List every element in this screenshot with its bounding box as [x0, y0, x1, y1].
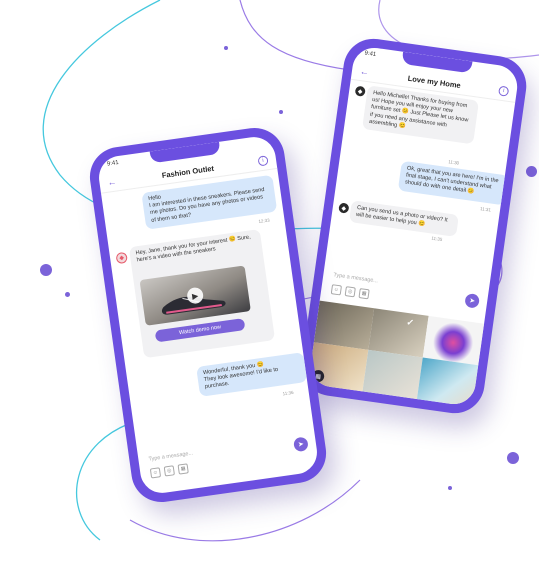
left-phone-screen: 9:41 ← Fashion Outlet i Hello I am inter… [96, 134, 320, 496]
back-arrow-icon[interactable]: ← [359, 66, 369, 77]
decor-dot [65, 292, 70, 297]
message-time: 11:36 [282, 389, 294, 397]
chat-title: Love my Home [407, 73, 462, 90]
back-arrow-icon[interactable]: ← [107, 176, 117, 187]
message-input[interactable]: Type a message... [148, 450, 193, 462]
info-icon[interactable]: i [257, 155, 269, 167]
message-time: 12:33 [258, 217, 270, 225]
bot-avatar: ◆ [338, 202, 350, 214]
message-input-bar[interactable]: Type a message... ☺ ◎ ▦ ➤ [144, 432, 312, 483]
send-button[interactable]: ➤ [292, 436, 309, 453]
message-time: 11:30 [447, 159, 460, 166]
chat-message-incoming: Can you send us a photo or video? It wil… [348, 200, 459, 238]
chat-message-outgoing: Ok, great that you are here! I'm in the … [397, 160, 509, 206]
bot-avatar: ◆ [354, 85, 366, 97]
message-time: 11:31 [479, 206, 492, 213]
sticker-icon[interactable]: ☺ [330, 284, 343, 296]
camera-icon[interactable]: ◎ [344, 286, 356, 298]
gallery-icon[interactable]: ▦ [177, 463, 189, 475]
decor-dot [40, 264, 52, 276]
gallery-photo[interactable] [362, 349, 423, 400]
message-time: 11:35 [431, 235, 443, 243]
gallery-icon[interactable]: ▦ [358, 288, 370, 300]
status-time: 9:41 [364, 50, 377, 59]
status-time: 9:41 [106, 159, 120, 168]
send-button[interactable]: ➤ [464, 292, 481, 309]
chat-title: Fashion Outlet [161, 163, 215, 180]
check-icon: ✓ [405, 316, 415, 328]
decor-dot [507, 452, 519, 464]
gallery-photo[interactable] [313, 300, 375, 350]
decor-dot [448, 486, 452, 490]
gallery-photo[interactable]: ▦ [308, 342, 369, 392]
decor-dot [526, 166, 537, 177]
right-phone-screen: 9:41 ← Love my Home i ◆ Hello Michelle! … [308, 45, 520, 407]
gallery-photo[interactable]: ✓ [368, 308, 429, 358]
sticker-icon[interactable]: ☺ [149, 467, 162, 479]
message-text: Hey, Jane, thank you for your interest 😊… [135, 234, 252, 264]
brand-avatar: ◆ [115, 251, 128, 265]
decor-dot [279, 110, 283, 114]
decor-dot [224, 46, 228, 50]
camera-icon[interactable]: ◎ [163, 465, 175, 477]
gallery-photo[interactable] [416, 357, 479, 407]
message-input[interactable]: Type a message... [333, 272, 378, 284]
info-icon[interactable]: i [497, 85, 510, 97]
